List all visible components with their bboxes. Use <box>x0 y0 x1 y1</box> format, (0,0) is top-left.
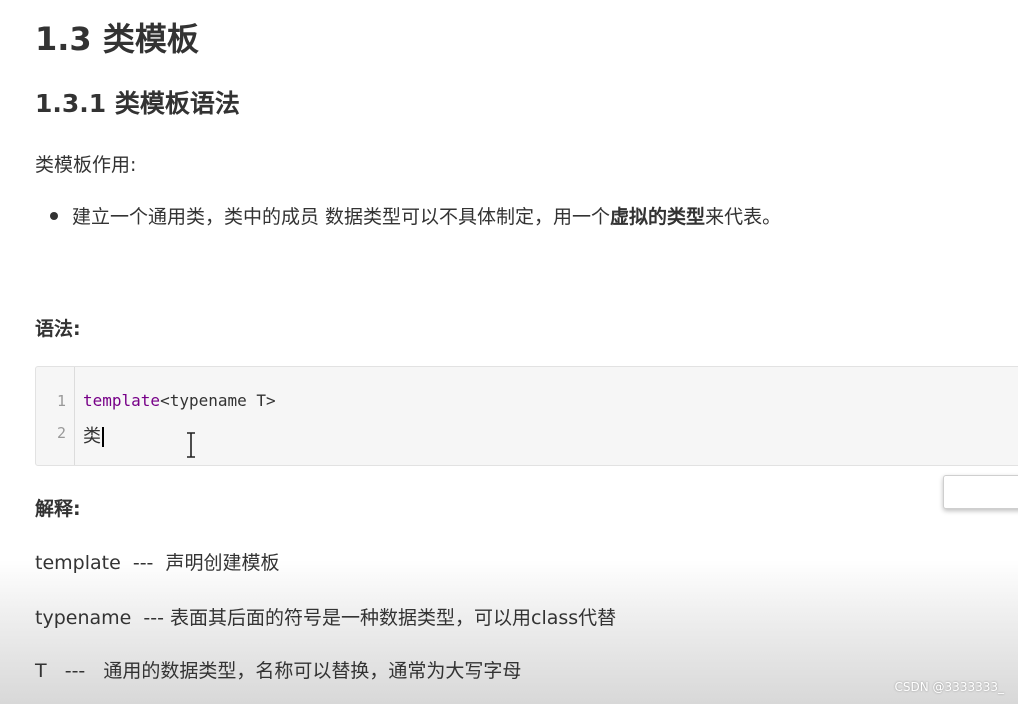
floating-popup[interactable] <box>943 475 1018 509</box>
explanation-t: T --- 通用的数据类型，名称可以替换，通常为大写字母 <box>35 660 522 682</box>
explanation-template: template --- 声明创建模板 <box>35 552 280 574</box>
bullet-dot-icon <box>50 211 58 220</box>
code-line-2[interactable]: 类 <box>83 422 104 448</box>
code-block[interactable]: 1 2 template<typename T> 类 <box>35 366 1018 466</box>
explain-label: 解释: <box>35 498 81 520</box>
code-rest: <typename T> <box>160 391 276 410</box>
watermark: CSDN @3333333_ <box>894 680 1004 694</box>
code-gutter: 1 2 <box>36 367 75 465</box>
intro-label: 类模板作用: <box>35 154 137 176</box>
line-number: 1 <box>56 392 66 410</box>
bullet-text-after: 来代表。 <box>705 206 782 228</box>
section-heading: 1.3 类模板 <box>35 20 199 58</box>
text-caret <box>102 427 104 447</box>
subsection-heading: 1.3.1 类模板语法 <box>35 89 240 118</box>
bullet-item: 建立一个通用类，类中的成员 数据类型可以不具体制定，用一个虚拟的类型来代表。 <box>50 202 781 229</box>
explanation-typename: typename --- 表面其后面的符号是一种数据类型，可以用class代替 <box>35 607 617 629</box>
code-line-1[interactable]: template<typename T> <box>83 391 276 410</box>
code-text: 类 <box>83 426 101 447</box>
ibeam-cursor-icon <box>187 432 195 458</box>
bullet-bold-text: 虚拟的类型 <box>610 206 706 228</box>
syntax-label: 语法: <box>35 318 81 340</box>
bullet-text-before: 建立一个通用类，类中的成员 数据类型可以不具体制定，用一个 <box>72 206 611 228</box>
code-keyword: template <box>83 391 161 410</box>
document-content: 1.3 类模板 1.3.1 类模板语法 类模板作用: 建立一个通用类，类中的成员… <box>0 0 1018 704</box>
line-number: 2 <box>56 424 66 442</box>
